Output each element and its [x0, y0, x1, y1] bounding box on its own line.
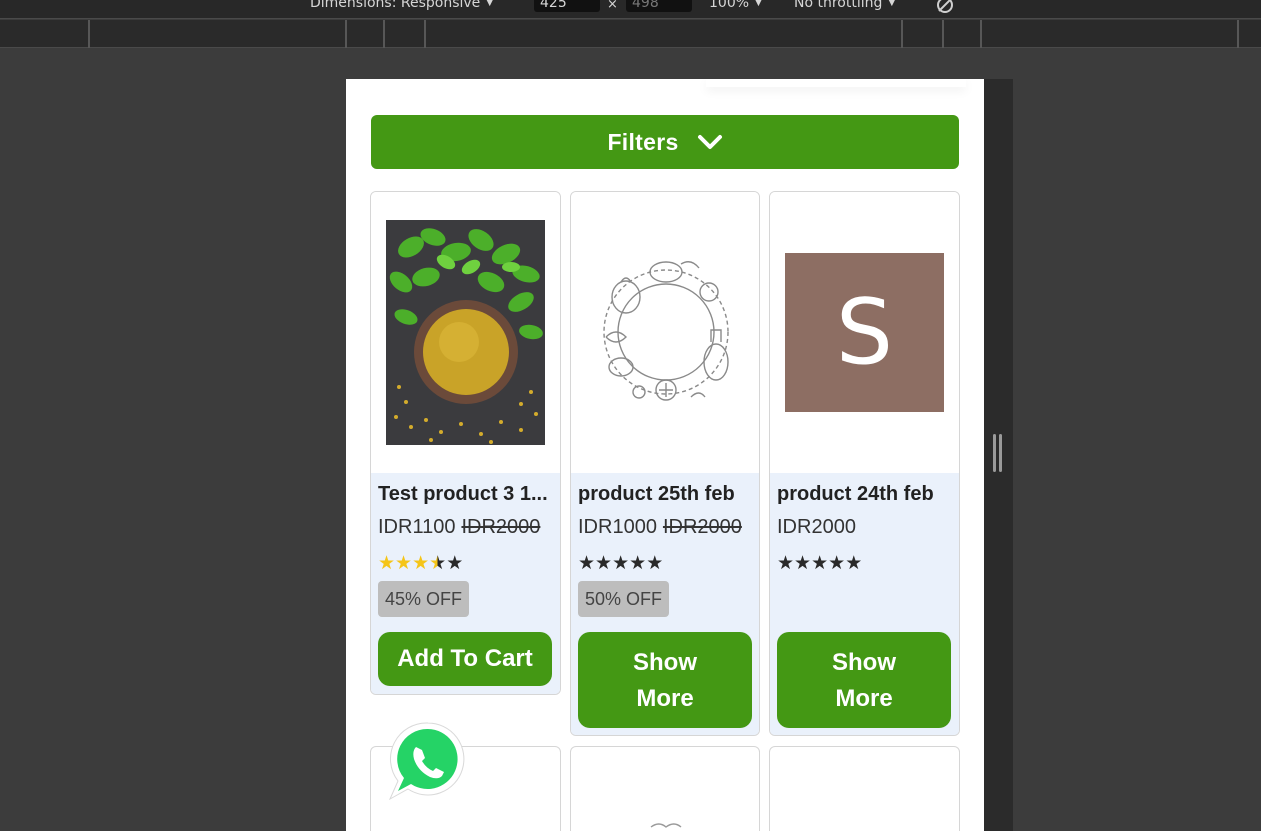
food-sketch-image: [650, 823, 682, 828]
fenugreek-image: [386, 220, 545, 445]
star-half-icon: ★: [429, 553, 447, 574]
resize-handle[interactable]: [993, 434, 1003, 474]
product-card[interactable]: [769, 746, 960, 831]
show-more-button[interactable]: Show More: [578, 632, 752, 728]
star-icon: ★: [811, 553, 829, 574]
star-icon: ★: [446, 553, 464, 574]
star-icon: ★: [646, 553, 664, 574]
original-price: IDR2000: [461, 516, 541, 538]
button-label-line2: More: [636, 685, 694, 712]
product-name[interactable]: product 25th feb: [578, 483, 750, 506]
current-price: IDR2000: [777, 516, 856, 538]
caret-down-icon: ▼: [888, 0, 896, 8]
width-input[interactable]: 425: [534, 0, 600, 12]
product-image[interactable]: [371, 192, 560, 473]
star-icon: ★: [828, 553, 846, 574]
product-price: IDR1000 IDR2000: [578, 516, 742, 539]
product-info: product 25th feb IDR1000 IDR2000 ★★★★★ 50…: [571, 473, 759, 735]
product-name[interactable]: Test product 3 1...: [378, 483, 550, 506]
product-price: IDR1100 IDR2000: [378, 516, 540, 539]
device-viewport: Filters Test product 3 1... IDR1100 IDR2…: [346, 79, 984, 831]
zoom-label: 100%: [709, 0, 750, 11]
ruler-divider: [345, 20, 347, 48]
star-icon: ★: [378, 553, 396, 574]
ruler-divider: [424, 20, 426, 48]
product-info: Test product 3 1... IDR1100 IDR2000 ★★★★★…: [371, 473, 560, 694]
whatsapp-icon[interactable]: [386, 719, 470, 805]
button-label-line2: More: [835, 685, 893, 712]
ruler-divider: [980, 20, 982, 48]
show-more-button[interactable]: Show More: [777, 632, 951, 728]
dimensions-dropdown[interactable]: Dimensions: Responsive ▼: [310, 0, 493, 11]
throttle-dropdown[interactable]: No throttling ▼: [794, 0, 895, 11]
chevron-down-icon: [697, 135, 722, 149]
caret-down-icon: ▼: [486, 0, 494, 8]
button-label: Add To Cart: [397, 645, 533, 672]
current-price: IDR1000: [578, 516, 657, 538]
ruler-divider: [1237, 20, 1239, 48]
product-price: IDR2000: [777, 516, 856, 539]
devtools-toolbar: Dimensions: Responsive ▼ 425 × 498 100% ▼ …: [0, 0, 1261, 19]
product-card[interactable]: Test product 3 1... IDR1100 IDR2000 ★★★★★…: [370, 191, 561, 695]
product-card[interactable]: S product 24th feb IDR2000 ★★★★★ Show Mo…: [769, 191, 960, 736]
star-icon: ★: [794, 553, 812, 574]
star-icon: ★: [629, 553, 647, 574]
add-to-cart-button[interactable]: Add To Cart: [378, 632, 552, 686]
ruler-divider: [88, 20, 90, 48]
throttle-label: No throttling: [794, 0, 883, 11]
star-icon: ★: [395, 553, 413, 574]
discount-badge: 45% OFF: [378, 581, 470, 617]
star-icon: ★: [777, 553, 795, 574]
star-rating: ★★★★★: [578, 552, 663, 575]
filters-label: Filters: [607, 128, 679, 155]
current-price: IDR1100: [378, 516, 456, 538]
star-rating: ★★★★★: [378, 552, 463, 575]
ruler-divider: [901, 20, 903, 48]
star-icon: ★: [412, 553, 430, 574]
food-sketch-image: [603, 261, 729, 401]
star-icon: ★: [612, 553, 630, 574]
star-icon: ★: [595, 553, 613, 574]
times-sign: ×: [607, 0, 618, 12]
ruler-divider: [942, 20, 944, 48]
letter-placeholder-image: S: [785, 253, 944, 412]
rotate-icon[interactable]: [935, 0, 955, 15]
product-card[interactable]: product 25th feb IDR1000 IDR2000 ★★★★★ 50…: [570, 191, 760, 736]
product-card[interactable]: [570, 746, 760, 831]
caret-down-icon: ▼: [755, 0, 762, 8]
product-image[interactable]: [571, 192, 759, 473]
media-query-bar: [0, 20, 1261, 48]
star-rating: ★★★★★: [777, 552, 862, 575]
dimensions-label: Dimensions: Responsive: [310, 0, 481, 11]
zoom-dropdown[interactable]: 100% ▼: [709, 0, 762, 11]
star-icon: ★: [845, 553, 863, 574]
ruler-divider: [383, 20, 385, 48]
original-price: IDR2000: [662, 516, 742, 538]
product-name[interactable]: product 24th feb: [777, 483, 949, 506]
star-icon: ★: [578, 553, 596, 574]
button-label-line1: Show: [832, 649, 896, 676]
button-label-line1: Show: [633, 649, 697, 676]
discount-badge: 50% OFF: [578, 581, 670, 617]
product-info: product 24th feb IDR2000 ★★★★★ Show More: [770, 473, 959, 735]
header-shadow: [706, 79, 966, 87]
product-image[interactable]: S: [770, 192, 959, 473]
height-input[interactable]: 498: [626, 0, 692, 12]
filters-button[interactable]: Filters: [371, 115, 959, 169]
